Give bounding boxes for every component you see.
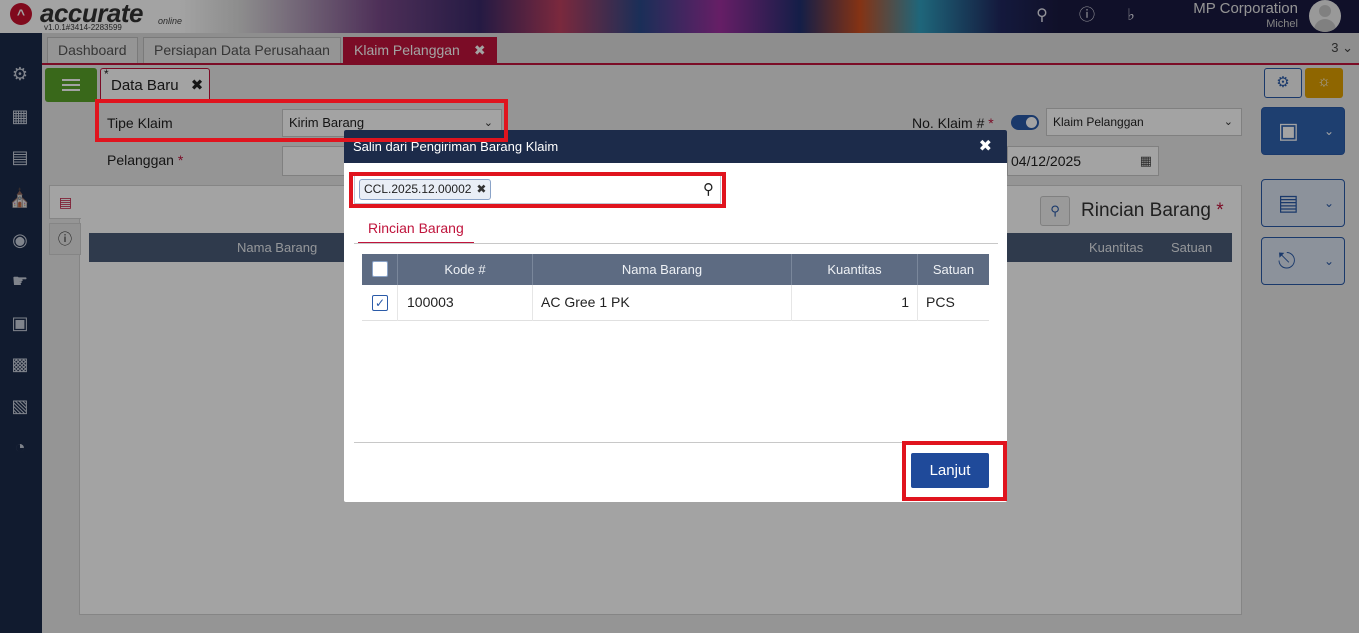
row-select-cell: ✓ bbox=[362, 285, 398, 321]
highlight-lanjut bbox=[902, 441, 1007, 501]
qty-cell: 1 bbox=[792, 285, 918, 321]
column-header: Nama Barang bbox=[533, 254, 792, 285]
items-grid: Kode # Nama Barang Kuantitas Satuan ✓ 10… bbox=[362, 254, 989, 415]
items-grid-header: Kode # Nama Barang Kuantitas Satuan bbox=[362, 254, 989, 285]
column-header: Kode # bbox=[398, 254, 533, 285]
nama-cell: AC Gree 1 PK bbox=[533, 285, 792, 321]
kode-cell: 100003 bbox=[398, 285, 533, 321]
column-header: Satuan bbox=[932, 262, 975, 277]
column-header: Kuantitas bbox=[792, 254, 918, 285]
close-icon[interactable]: ✖ bbox=[979, 130, 992, 163]
divider bbox=[354, 243, 998, 244]
highlight-tipe-klaim bbox=[95, 99, 508, 142]
select-all-cell bbox=[362, 254, 398, 285]
tab-label: Rincian Barang bbox=[368, 220, 464, 236]
row-checkbox[interactable]: ✓ bbox=[372, 295, 388, 311]
grid-empty-area bbox=[362, 321, 989, 415]
highlight-search bbox=[349, 172, 726, 208]
satuan-cell: PCS bbox=[926, 294, 955, 310]
table-row[interactable]: ✓ 100003 AC Gree 1 PK 1 PCS bbox=[362, 285, 989, 321]
select-all-checkbox[interactable] bbox=[372, 261, 388, 277]
tab-rincian-barang[interactable]: Rincian Barang bbox=[358, 218, 474, 244]
